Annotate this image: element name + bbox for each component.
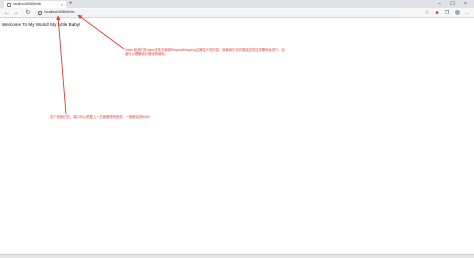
back-button[interactable]: ← — [3, 9, 11, 17]
favorite-star-icon[interactable]: ☆ — [422, 9, 432, 17]
window-bottom-edge — [0, 254, 474, 258]
arrow-to-port — [56, 15, 67, 115]
tab-close-icon[interactable]: × — [61, 2, 63, 7]
forward-button[interactable]: → — [12, 9, 20, 17]
page-icon — [7, 2, 11, 7]
browser-tab[interactable]: localhost:8080/hello × — [4, 1, 66, 8]
arrow-to-path — [77, 14, 125, 50]
collections-icon[interactable]: ❒ — [442, 9, 452, 17]
address-bar[interactable]: localhost:8080/hello — [34, 9, 402, 17]
page-welcome-text: Welcome To My World! My Little Baby! — [2, 22, 81, 27]
browser-toolbar: ← → ↻ localhost:8080/hello ☆ ■ ❒ … — [0, 8, 474, 18]
window-controls: – ☐ × — [433, 0, 472, 8]
tab-title: localhost:8080/hello — [13, 1, 42, 6]
new-tab-button[interactable]: + — [69, 1, 73, 7]
profile-avatar[interactable] — [452, 9, 462, 17]
url-text: localhost:8080/hello — [44, 10, 75, 15]
annotation-port-note: 这个是我们的，端口可以根据上一方面要修改西说，一般都会改8080 — [50, 115, 150, 119]
tab-strip: localhost:8080/hello × + – ☐ × — [0, 0, 474, 8]
maximize-button[interactable]: ☐ — [446, 0, 459, 8]
settings-menu-icon[interactable]: … — [462, 9, 472, 17]
close-window-button[interactable]: × — [459, 0, 472, 8]
annotation-arrows — [56, 14, 125, 115]
toolbar-actions: ☆ ■ ❒ … — [422, 9, 472, 17]
info-icon[interactable] — [38, 11, 42, 15]
annotation-path-note: /hello 就我们在class文件中使用RequestMapping注解定义的… — [125, 48, 285, 57]
refresh-button[interactable]: ↻ — [24, 9, 32, 17]
minimize-button[interactable]: – — [433, 0, 446, 8]
extension-icon[interactable]: ■ — [432, 9, 442, 17]
